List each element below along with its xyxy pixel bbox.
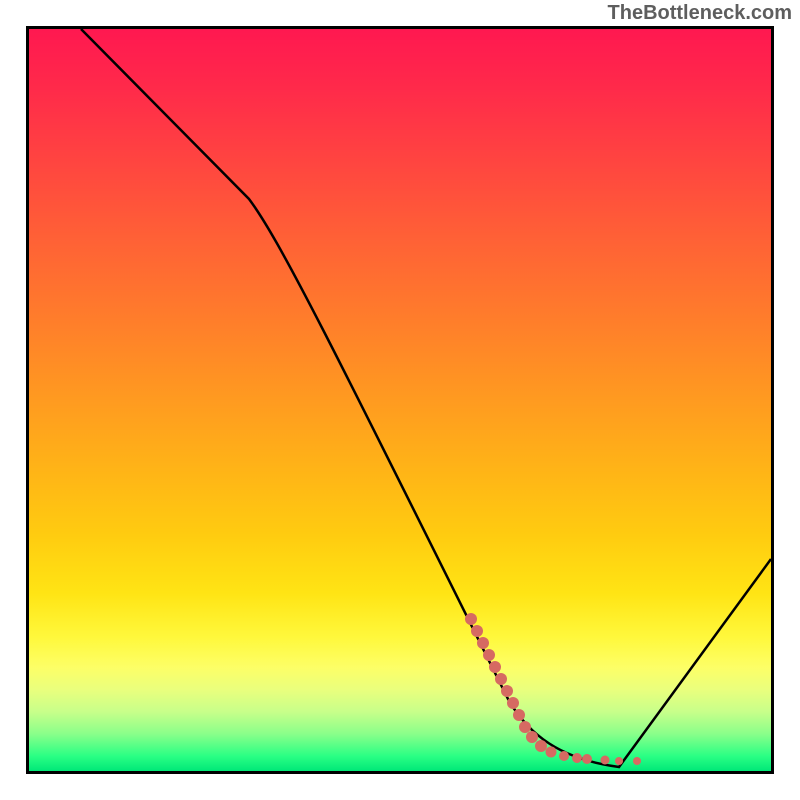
- chart-plot-area: [26, 26, 774, 774]
- highlight-dots-group: [465, 613, 641, 765]
- bottleneck-curve-line: [81, 29, 771, 767]
- chart-svg: [29, 29, 771, 771]
- watermark-text: TheBottleneck.com: [608, 2, 792, 25]
